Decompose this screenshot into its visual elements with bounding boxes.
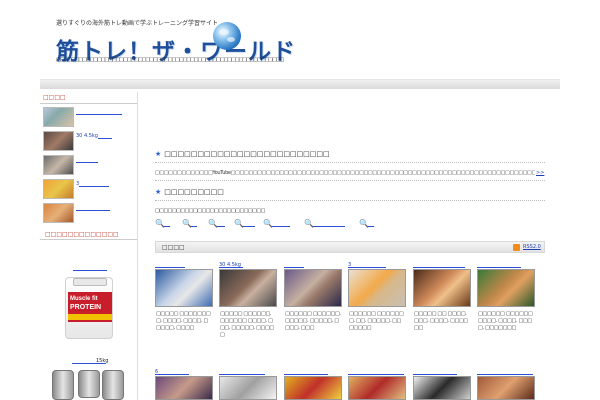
sidebar-thumbnail[interactable] xyxy=(43,131,74,151)
sidebar-item[interactable]: 30 4.5kg xyxy=(41,130,136,152)
product-name-line1: Muscle fit xyxy=(70,296,98,302)
sidebar-item[interactable] xyxy=(41,106,136,128)
intro-text: □□□□□□□□□□□□□YouTube□□□□□□□□□□□□□□□□□□□□… xyxy=(155,170,535,176)
article-card-link[interactable] xyxy=(477,370,533,375)
article-caption: □□□□□□ □□□□□□□. □□. □□□□□. □□□□□□□ xyxy=(349,311,404,331)
sidebar-thumbnail[interactable] xyxy=(43,179,74,199)
section-title-categories: ★ □□□□□□□□□ xyxy=(155,188,224,196)
article-card[interactable]: 3 □□□□□□ □□□□□□□. □□. □□□□□. □□□□□□□ xyxy=(348,263,406,373)
article-card-link[interactable] xyxy=(413,370,457,375)
article-caption: □□□□□□ □□□□□□□□□□. □□□□. □□□□. □□□□□□□ xyxy=(478,311,533,331)
divider xyxy=(155,200,545,201)
protein-product-image[interactable]: Muscle fit PROTEIN xyxy=(65,277,113,339)
article-card-link[interactable] xyxy=(477,263,521,268)
sidebar-item-link[interactable] xyxy=(76,109,122,115)
sidebar-thumbnail[interactable] xyxy=(43,155,74,175)
sidebar-item-link[interactable]: 3 xyxy=(76,181,110,187)
star-icon: ★ xyxy=(155,150,162,158)
article-card[interactable]: □□□□□ □□ □□□□. □□□. □□□□. □□□□□□ xyxy=(413,263,471,373)
rss-link[interactable]: RSS2.0 xyxy=(523,244,541,250)
product-weight-label[interactable]: 15kg xyxy=(96,358,108,364)
article-thumbnail[interactable] xyxy=(155,269,213,307)
divider xyxy=(155,180,545,181)
sidebar-item[interactable] xyxy=(41,202,136,224)
product-name-line2: PROTEIN xyxy=(70,304,102,311)
article-thumbnail[interactable] xyxy=(348,376,406,400)
sidebar-item-link[interactable] xyxy=(76,157,98,163)
article-thumbnail[interactable] xyxy=(219,376,277,400)
sidebar-thumbnail[interactable] xyxy=(43,107,74,127)
article-card-link[interactable] xyxy=(219,370,265,375)
article-card[interactable] xyxy=(284,370,342,400)
site-tagline: 選りすぐりの海外筋トレ動画で学ぶトレーニング学習サイト xyxy=(56,20,219,27)
sidebar: □□□□ 30 4.5kg 3 □□□□□□□□□□□□□ Muscle fit… xyxy=(40,92,138,400)
article-card-link[interactable] xyxy=(284,263,304,268)
article-caption: □□□□□ □□ □□□□. □□□. □□□□. □□□□□□ xyxy=(414,311,468,331)
main-content: ★ □□□□□□□□□□□□□□□□□□□□□□□□□ □□□□□□□□□□□□□… xyxy=(150,92,550,400)
article-card[interactable]: □□□□□ □□□□□□□□. □□□□. □□□□. □□□□□. □□□□ xyxy=(155,263,213,373)
article-thumbnail[interactable] xyxy=(348,269,406,307)
article-card-link[interactable] xyxy=(155,263,185,268)
dumbbell-product-image[interactable] xyxy=(50,368,128,400)
article-card[interactable]: □□□□□□ □□□□□□□□□□. □□□□. □□□□. □□□□□□□ xyxy=(477,263,535,373)
article-card[interactable]: □□□□□□ □□□□□□. □□□□□. □□□□□. □□□□. □□□ xyxy=(284,263,342,373)
article-card[interactable] xyxy=(348,370,406,400)
site-header: 選りすぐりの海外筋トレ動画で学ぶトレーニング学習サイト 筋トレ！ザ・ワールド □… xyxy=(40,12,560,72)
article-thumbnail[interactable] xyxy=(219,269,277,307)
article-card[interactable]: 30 4.5kg □□□□□ □□□□□□. □□□□□□ □□□□. □□□.… xyxy=(219,263,277,373)
article-caption: □□□□□ □□□□□□□□. □□□□. □□□□. □□□□□. □□□□ xyxy=(156,311,211,331)
article-thumbnail[interactable] xyxy=(284,376,342,400)
article-card[interactable]: 6 xyxy=(155,370,213,400)
sidebar-item-link[interactable] xyxy=(76,205,110,211)
navigation-bar xyxy=(40,79,560,89)
article-caption: □□□□□□ □□□□□□. □□□□□. □□□□□. □□□□. □□□ xyxy=(285,311,341,331)
sidebar-thumbnail[interactable] xyxy=(43,203,74,223)
sidebar-heading-label: □□□□ xyxy=(43,94,66,101)
article-thumbnail[interactable] xyxy=(477,269,535,307)
article-card[interactable] xyxy=(413,370,471,400)
section-title-about: ★ □□□□□□□□□□□□□□□□□□□□□□□□□ xyxy=(155,150,330,158)
article-thumbnail[interactable] xyxy=(413,269,471,307)
site-description: □□□□□□□□□□□□□□□□□□□□□□□□□□□□□□□□□□□□□□□□… xyxy=(56,57,284,63)
star-icon: ★ xyxy=(155,188,162,196)
more-link[interactable]: >> xyxy=(536,170,544,176)
sidebar-item-link[interactable]: 30 4.5kg xyxy=(76,133,112,139)
rss-icon[interactable] xyxy=(513,244,520,251)
article-card[interactable] xyxy=(219,370,277,400)
article-card[interactable] xyxy=(477,370,535,400)
article-card-link[interactable]: 30 4.5kg xyxy=(219,263,243,268)
sidebar-item[interactable] xyxy=(41,154,136,176)
sidebar-heading-products: □□□□□□□□□□□□□ xyxy=(40,228,137,240)
new-posts-label: □□□□ xyxy=(162,244,185,251)
article-thumbnail[interactable] xyxy=(413,376,471,400)
product-link[interactable] xyxy=(73,267,107,271)
article-thumbnail[interactable] xyxy=(155,376,213,400)
article-card-link[interactable]: 6 xyxy=(155,370,189,375)
article-card-link[interactable] xyxy=(413,263,465,268)
article-card-link[interactable]: 3 xyxy=(348,263,386,268)
article-thumbnail[interactable] xyxy=(477,376,535,400)
category-description: □□□□□□□□□□□□□□□□□□□□□□□□□□ xyxy=(155,208,265,214)
article-caption: □□□□□ □□□□□□. □□□□□□ □□□□. □□□. □□□□□. □… xyxy=(220,311,274,338)
article-card-link[interactable] xyxy=(348,370,404,375)
article-thumbnail[interactable] xyxy=(284,269,342,307)
new-posts-bar: □□□□ RSS2.0 xyxy=(155,241,545,253)
sidebar-heading-popular: □□□□ xyxy=(40,92,137,104)
sidebar-item[interactable]: 3 xyxy=(41,178,136,200)
divider xyxy=(155,162,545,163)
article-card-link[interactable] xyxy=(284,370,328,375)
globe-icon xyxy=(213,22,241,50)
